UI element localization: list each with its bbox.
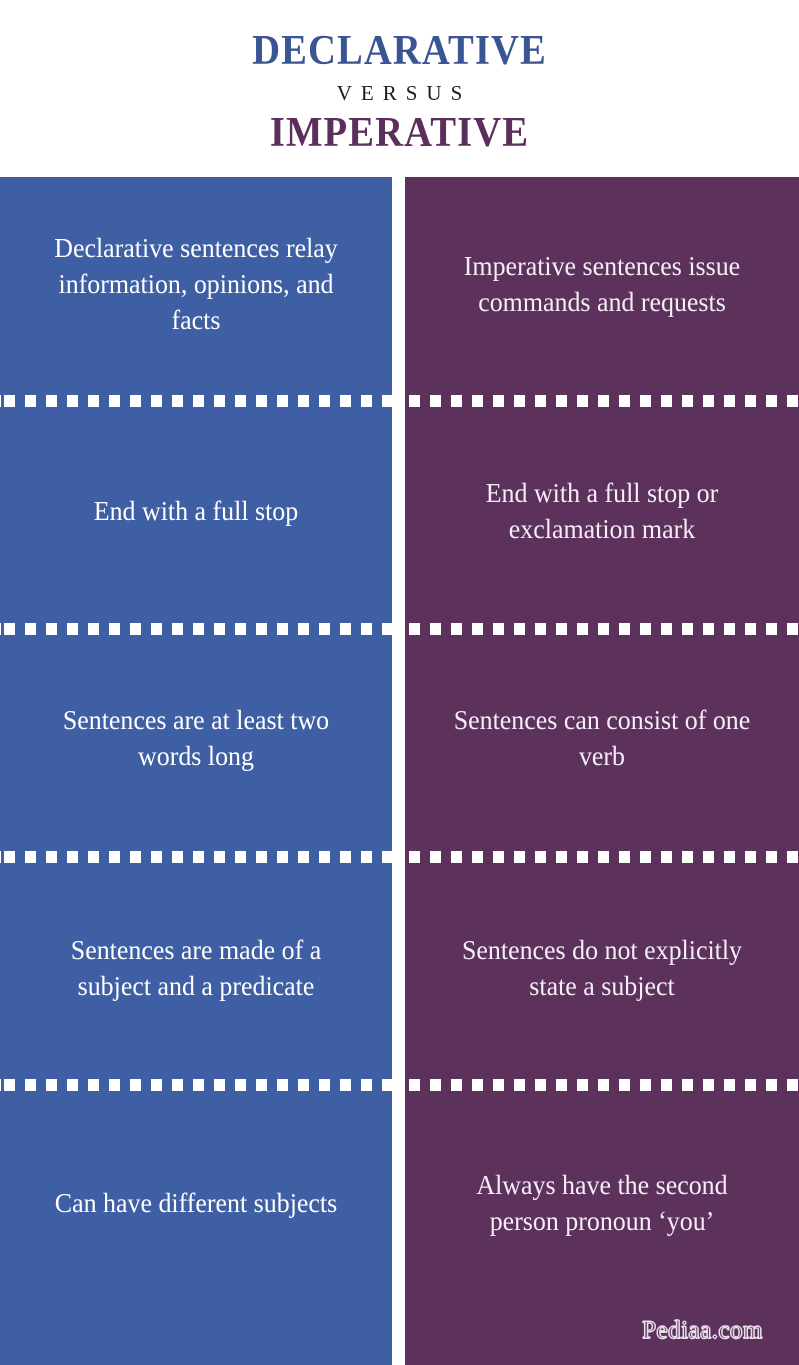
declarative-point-4: Sentences are made of a subject and a pr… bbox=[70, 934, 322, 1001]
table-row: End with a full stop or exclamation mark bbox=[405, 403, 799, 618]
imperative-rows: Imperative sentences issue commands and … bbox=[405, 177, 799, 1365]
table-row: Can have different subjects bbox=[0, 1088, 392, 1318]
table-row: Sentences are at least two words long bbox=[0, 630, 392, 845]
table-row: Sentences do not explicitly state a subj… bbox=[405, 859, 799, 1076]
table-row: Imperative sentences issue commands and … bbox=[405, 177, 799, 391]
watermark-pediaa: Pediaa.com bbox=[642, 1317, 763, 1345]
imperative-point-4: Sentences do not explicitly state a subj… bbox=[461, 934, 743, 1001]
declarative-point-1: Declarative sentences relay information,… bbox=[54, 233, 338, 335]
title-versus: VERSUS bbox=[336, 81, 472, 105]
title-declarative: DECLARATIVE bbox=[252, 28, 547, 74]
imperative-point-2: End with a full stop or exclamation mark bbox=[485, 477, 719, 544]
table-row: End with a full stop bbox=[0, 403, 392, 618]
declarative-point-2: End with a full stop bbox=[93, 495, 299, 526]
column-declarative: Declarative sentences relay information,… bbox=[0, 177, 392, 1365]
declarative-point-3: Sentences are at least two words long bbox=[62, 704, 330, 771]
imperative-point-5: Always have the second person pronoun ‘y… bbox=[476, 1170, 728, 1236]
infographic-header: DECLARATIVE VERSUS IMPERATIVE bbox=[0, 0, 799, 177]
imperative-point-3: Sentences can consist of one verb bbox=[453, 704, 751, 771]
declarative-rows: Declarative sentences relay information,… bbox=[0, 177, 392, 1365]
comparison-panels: Declarative sentences relay information,… bbox=[0, 177, 799, 1365]
table-row: Sentences are made of a subject and a pr… bbox=[0, 859, 392, 1076]
column-imperative: Imperative sentences issue commands and … bbox=[405, 177, 799, 1365]
table-row: Sentences can consist of one verb bbox=[405, 630, 799, 845]
table-row: Declarative sentences relay information,… bbox=[0, 177, 392, 391]
declarative-point-5: Can have different subjects bbox=[54, 1188, 338, 1218]
imperative-point-1: Imperative sentences issue commands and … bbox=[463, 251, 741, 317]
title-imperative: IMPERATIVE bbox=[269, 110, 530, 156]
table-row: Always have the second person pronoun ‘y… bbox=[405, 1088, 799, 1318]
comparison-infographic: DECLARATIVE VERSUS IMPERATIVE Declarativ… bbox=[0, 0, 799, 1365]
